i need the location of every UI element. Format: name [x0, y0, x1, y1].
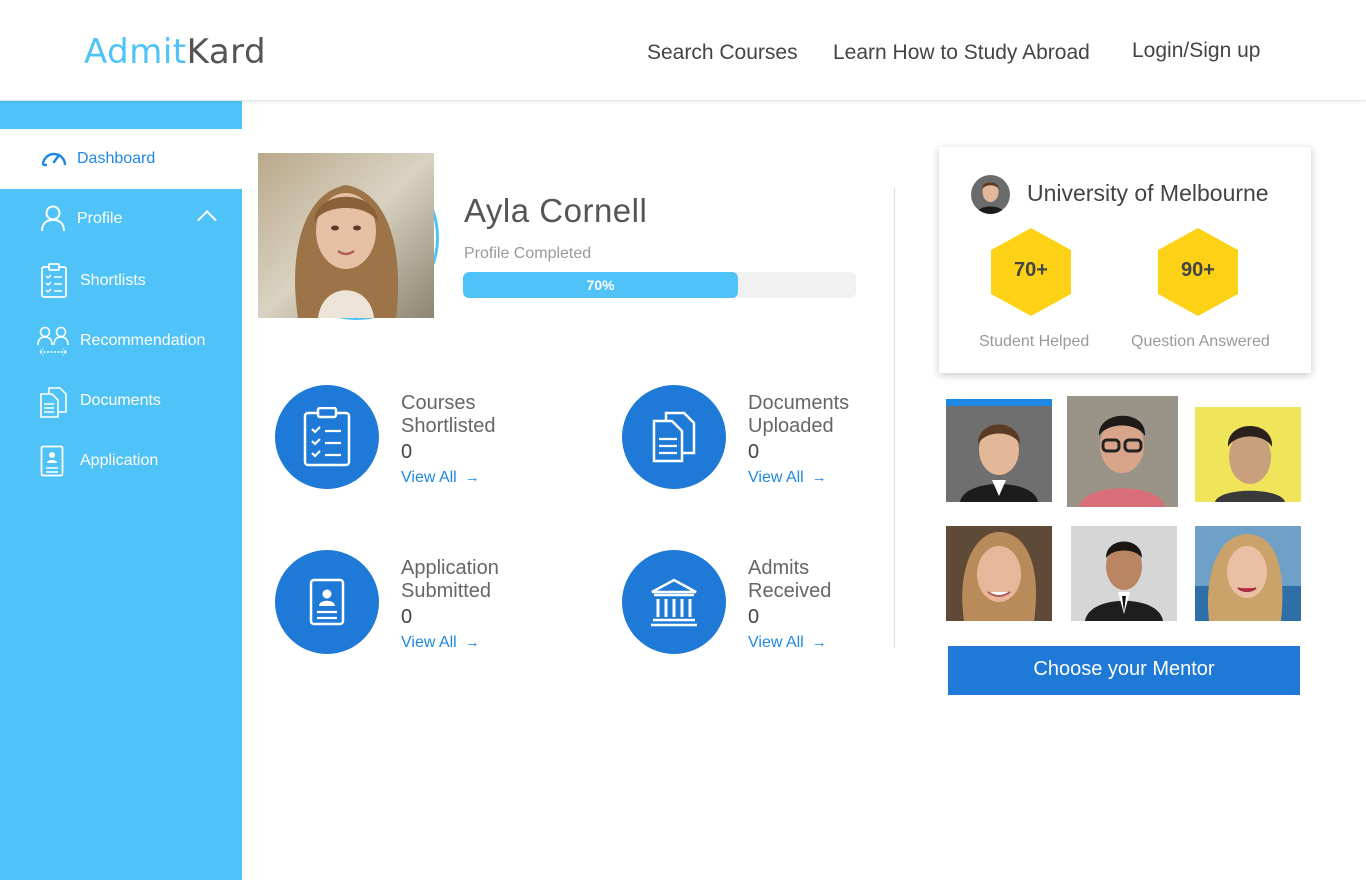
- speedometer-icon: [41, 152, 67, 167]
- stat-icon-circle: [275, 550, 379, 654]
- sidebar-item-label: Dashboard: [77, 150, 156, 167]
- university-building-icon: [651, 578, 697, 627]
- sidebar-item-label: Recommendation: [80, 332, 206, 349]
- stat-value: 0: [401, 606, 413, 628]
- logo-text-admit: Admit: [84, 32, 187, 72]
- arrow-right-icon: →: [811, 469, 827, 486]
- sidebar-item-label: Profile: [77, 210, 123, 227]
- sidebar: Dashboard Profile Shortlists Recommendat…: [0, 101, 242, 880]
- profile-progress-fill: 70%: [463, 272, 739, 298]
- stat-title: Application Submitted: [401, 557, 499, 602]
- mentor-photo[interactable]: [946, 399, 1052, 502]
- nav-login-signup[interactable]: Login/Sign up: [1132, 39, 1260, 63]
- mentor-university: University of Melbourne: [1027, 180, 1269, 206]
- questions-answered-label: Question Answered: [1131, 333, 1270, 350]
- id-card-icon: [309, 578, 345, 626]
- stat-value: 0: [401, 441, 413, 463]
- profile-photo[interactable]: [258, 153, 434, 318]
- stat-courses-shortlisted: Courses Shortlisted 0 View All →: [275, 385, 575, 495]
- students-helped-badge: 70+: [991, 228, 1071, 316]
- mentor-photo[interactable]: [1071, 526, 1177, 621]
- stat-value: 0: [748, 606, 760, 628]
- stat-icon-circle: [622, 550, 726, 654]
- stat-icon-circle: [622, 385, 726, 489]
- sidebar-item-shortlists[interactable]: Shortlists: [0, 251, 242, 311]
- sidebar-item-dashboard[interactable]: Dashboard: [0, 129, 242, 189]
- students-helped-label: Student Helped: [979, 333, 1090, 350]
- mentor-photo[interactable]: [1067, 396, 1178, 507]
- sidebar-item-label: Documents: [80, 392, 161, 409]
- nav-search-courses[interactable]: Search Courses: [647, 41, 798, 65]
- stat-admits-received: Admits Received 0 View All →: [622, 550, 922, 660]
- profile-progress-bar: 70%: [463, 272, 856, 298]
- arrow-right-icon: →: [464, 469, 480, 486]
- mentor-photo[interactable]: [1195, 526, 1301, 621]
- sidebar-item-documents[interactable]: Documents: [0, 371, 242, 431]
- user-icon: [41, 205, 65, 232]
- choose-mentor-button[interactable]: Choose your Mentor: [948, 646, 1300, 695]
- sidebar-item-label: Shortlists: [80, 272, 146, 289]
- clipboard-list-icon: [41, 263, 67, 298]
- view-all-link[interactable]: View All →: [748, 469, 827, 487]
- profile-completed-label: Profile Completed: [464, 245, 592, 262]
- stat-application-submitted: Application Submitted 0 View All →: [275, 550, 575, 660]
- documents-icon: [652, 411, 696, 463]
- arrow-right-icon: →: [464, 634, 480, 651]
- top-header: AdmitKard Search Courses Learn How to St…: [0, 0, 1366, 101]
- stat-value: 0: [748, 441, 760, 463]
- sidebar-item-label: Application: [80, 452, 159, 469]
- admitkard-logo[interactable]: AdmitKard: [84, 32, 266, 72]
- view-all-link[interactable]: View All →: [401, 634, 480, 652]
- stat-title: Courses Shortlisted: [401, 392, 496, 437]
- arrow-right-icon: →: [811, 634, 827, 651]
- stat-title: Documents Uploaded: [748, 392, 850, 437]
- view-all-link[interactable]: View All →: [748, 634, 827, 652]
- questions-answered-badge: 90+: [1158, 228, 1238, 316]
- chevron-up-icon[interactable]: [197, 210, 217, 230]
- view-all-link[interactable]: View All →: [401, 469, 480, 487]
- application-form-icon: [40, 445, 64, 477]
- logo-text-kard: Kard: [186, 32, 267, 72]
- sidebar-item-application[interactable]: Application: [0, 431, 242, 491]
- mentor-avatar: [971, 175, 1010, 214]
- checklist-icon: [303, 407, 351, 467]
- stat-icon-circle: [275, 385, 379, 489]
- documents-icon: [40, 387, 67, 418]
- mentor-photo[interactable]: [946, 526, 1052, 621]
- mentor-photo[interactable]: [1195, 407, 1301, 502]
- people-exchange-icon: [37, 326, 69, 356]
- profile-name: Ayla Cornell: [464, 192, 648, 229]
- nav-learn-study-abroad[interactable]: Learn How to Study Abroad: [833, 41, 1090, 65]
- sidebar-item-profile[interactable]: Profile: [0, 189, 242, 249]
- stat-documents-uploaded: Documents Uploaded 0 View All →: [622, 385, 922, 495]
- mentor-card: University of Melbourne 70+ Student Help…: [939, 147, 1311, 373]
- sidebar-item-recommendation[interactable]: Recommendation: [0, 311, 242, 371]
- stat-title: Admits Received: [748, 557, 832, 602]
